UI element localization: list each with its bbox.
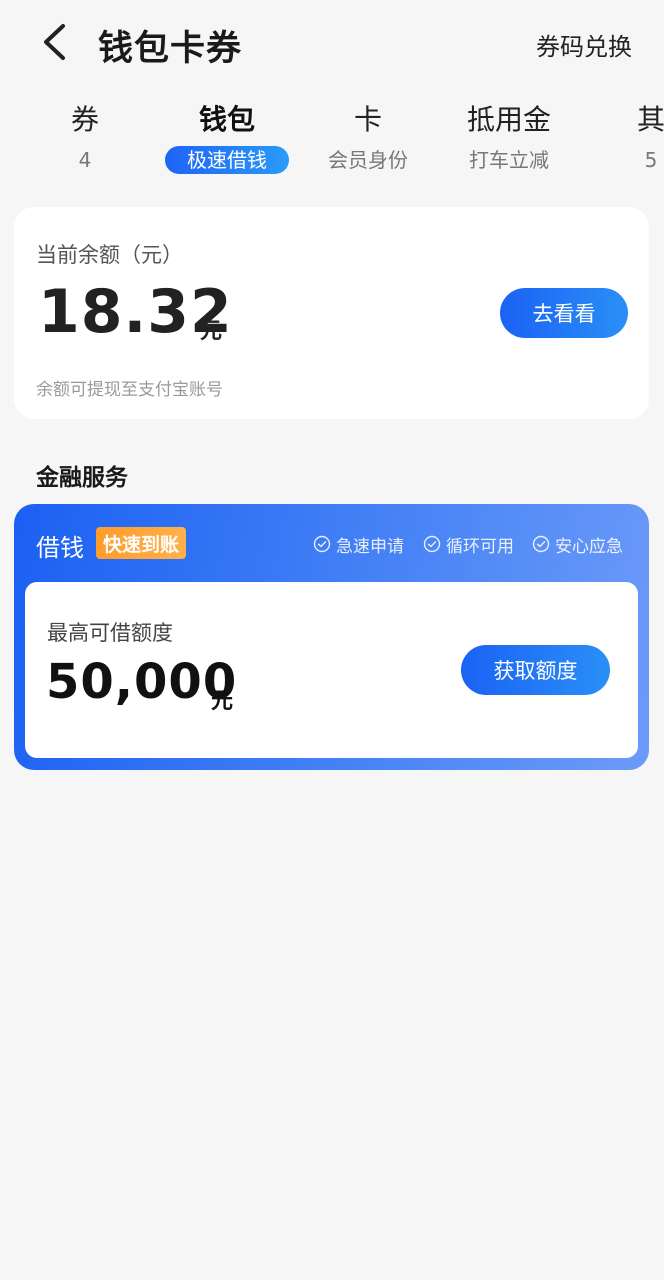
redeem-code-button[interactable]: 券码兑换: [536, 27, 632, 62]
view-balance-button[interactable]: 去看看: [500, 288, 628, 338]
feature-item: 循环可用: [423, 533, 514, 557]
credit-amount: 50,000: [46, 654, 238, 710]
tab-label: 其: [636, 103, 664, 136]
feature-label: 急速申请: [336, 536, 404, 557]
header: 钱包卡券 券码兑换: [0, 0, 664, 84]
credit-label: 最高可借额度: [47, 621, 173, 645]
check-circle-icon: [313, 535, 331, 553]
tab-sub: 5: [644, 148, 658, 172]
tab-coupons[interactable]: 券 4: [15, 100, 155, 184]
tab-other[interactable]: 其 5: [581, 100, 664, 184]
balance-note: 余额可提现至支付宝账号: [36, 380, 223, 400]
tab-vouchers[interactable]: 抵用金 打车立减: [439, 100, 579, 184]
chevron-left-icon: [44, 24, 65, 60]
loan-card[interactable]: 借钱 快速到账 急速申请 循环可用 安心应急 最高可借额度 50,000 元 获…: [14, 504, 649, 770]
balance-unit: 元: [200, 319, 223, 344]
check-circle-icon: [423, 535, 441, 553]
feature-label: 循环可用: [446, 536, 514, 557]
fast-arrival-badge: 快速到账: [96, 527, 187, 559]
loan-title: 借钱: [36, 534, 84, 562]
tab-label: 券: [70, 103, 99, 136]
section-title: 金融服务: [36, 465, 128, 491]
tab-sub: 打车立减: [469, 148, 549, 172]
tab-sub: 会员身份: [328, 148, 408, 172]
tab-sub-badge: 极速借钱: [165, 146, 289, 174]
tab-sub: 4: [78, 148, 92, 172]
feature-item: 急速申请: [313, 533, 404, 557]
balance-label: 当前余额（元）: [36, 243, 183, 267]
tab-label: 卡: [353, 103, 382, 136]
credit-panel: 最高可借额度 50,000 元 获取额度: [25, 582, 638, 758]
page-title: 钱包卡券: [98, 29, 243, 69]
tab-cards[interactable]: 卡 会员身份: [298, 100, 438, 184]
feature-item: 安心应急: [532, 533, 623, 557]
back-button[interactable]: [34, 22, 74, 62]
tab-label: 抵用金: [466, 103, 551, 136]
category-tabs: 券 4 钱包 极速借钱 卡 会员身份 抵用金 打车立减 其 5: [0, 100, 664, 184]
feature-label: 安心应急: [555, 536, 623, 557]
tab-wallet[interactable]: 钱包 极速借钱: [157, 100, 297, 184]
get-credit-button[interactable]: 获取额度: [461, 645, 610, 695]
tab-label: 钱包: [198, 103, 255, 136]
balance-card: 当前余额（元） 18.32 元 去看看 余额可提现至支付宝账号: [14, 207, 649, 419]
check-circle-icon: [532, 535, 550, 553]
credit-unit: 元: [211, 689, 234, 714]
wallet-page: 钱包卡券 券码兑换 券 4 钱包 极速借钱 卡 会员身份 抵用金 打车立减 其 …: [0, 0, 664, 1280]
